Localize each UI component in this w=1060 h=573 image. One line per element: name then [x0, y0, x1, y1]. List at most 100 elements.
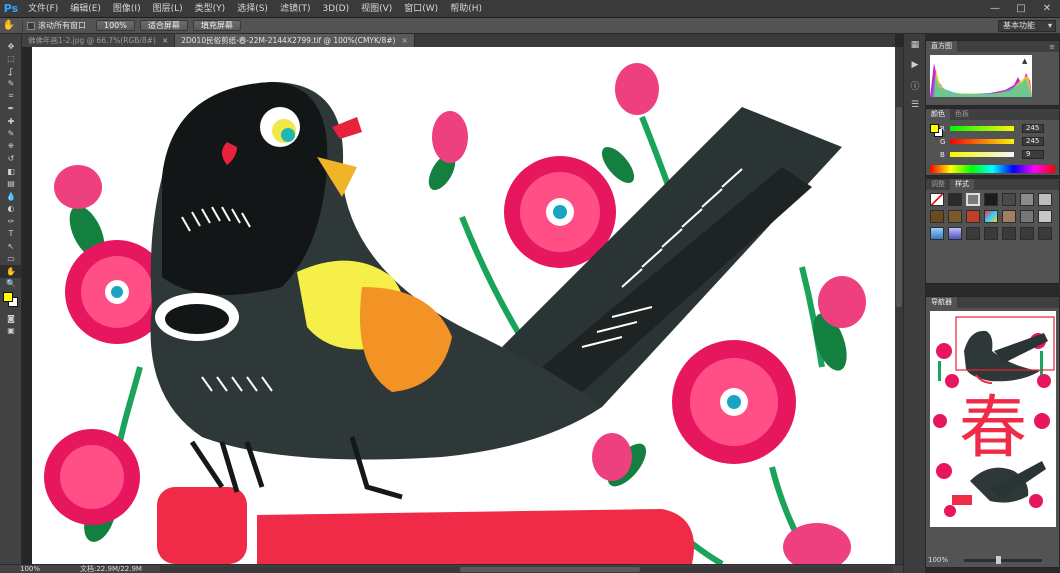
- style-swatch[interactable]: [930, 210, 944, 223]
- lasso-tool-icon[interactable]: ʆ: [0, 65, 22, 78]
- menu-window[interactable]: 窗口(W): [398, 0, 444, 18]
- history-brush-tool-icon[interactable]: ↺: [0, 153, 22, 166]
- color-spectrum-ramp[interactable]: [930, 165, 1055, 173]
- style-swatch[interactable]: [966, 210, 980, 223]
- warning-icon[interactable]: ▲: [1022, 57, 1027, 65]
- pen-tool-icon[interactable]: ✑: [0, 215, 22, 228]
- tab-swatches[interactable]: 色板: [950, 109, 974, 120]
- menu-select[interactable]: 选择(S): [231, 0, 274, 18]
- color-swatches[interactable]: [0, 290, 22, 312]
- channel-r-value[interactable]: 245: [1022, 124, 1044, 133]
- menu-type[interactable]: 类型(Y): [189, 0, 232, 18]
- tab-document-1[interactable]: 佛佛年画1-2.jpg @ 66.7%(RGB/8#) ×: [22, 34, 176, 47]
- path-select-tool-icon[interactable]: ↖: [0, 240, 22, 253]
- type-tool-icon[interactable]: T: [0, 228, 22, 241]
- style-swatch[interactable]: [948, 227, 962, 240]
- style-swatch[interactable]: [948, 193, 962, 206]
- crop-tool-icon[interactable]: ⌗: [0, 90, 22, 103]
- hand-tool-icon[interactable]: ✋: [0, 18, 18, 34]
- tab-document-2[interactable]: 2D010民俗剪纸-春-22M-2144X2799.tif @ 100%(CMY…: [175, 34, 415, 47]
- horizontal-scrollbar[interactable]: [160, 566, 893, 573]
- tab-navigator[interactable]: 导航器: [926, 297, 957, 308]
- style-swatch[interactable]: [1002, 193, 1016, 206]
- vertical-scroll-thumb[interactable]: [896, 107, 902, 307]
- navigator-zoom-slider[interactable]: [964, 555, 1043, 564]
- foreground-color-swatch[interactable]: [3, 292, 13, 302]
- clone-stamp-tool-icon[interactable]: ⎈: [0, 140, 22, 153]
- history-icon[interactable]: ▦: [905, 36, 925, 54]
- navigator-zoom-knob[interactable]: [996, 555, 1002, 564]
- fill-screen-button[interactable]: 填充屏幕: [192, 20, 241, 31]
- marquee-tool-icon[interactable]: ⬚: [0, 53, 22, 66]
- menu-3d[interactable]: 3D(D): [316, 0, 355, 18]
- style-swatch[interactable]: [1020, 227, 1034, 240]
- style-swatch[interactable]: [948, 210, 962, 223]
- style-swatch[interactable]: [1038, 193, 1052, 206]
- tab-styles[interactable]: 样式: [950, 179, 974, 190]
- actions-icon[interactable]: ▶: [905, 56, 925, 74]
- close-icon[interactable]: ×: [162, 36, 168, 45]
- scroll-all-checkbox[interactable]: [27, 21, 35, 30]
- healing-tool-icon[interactable]: ✚: [0, 115, 22, 128]
- style-swatch[interactable]: [1038, 227, 1052, 240]
- foreground-color-chip[interactable]: [930, 124, 939, 133]
- tab-histogram[interactable]: 直方图: [926, 41, 957, 52]
- tab-color[interactable]: 颜色: [926, 109, 950, 120]
- hand-tool-icon[interactable]: ✋: [0, 265, 22, 278]
- menu-file[interactable]: 文件(F): [22, 0, 64, 18]
- panel-menu-icon[interactable]: ≡: [1049, 43, 1059, 51]
- document-canvas[interactable]: [22, 47, 895, 564]
- menu-image[interactable]: 图像(I): [107, 0, 147, 18]
- gradient-tool-icon[interactable]: ▤: [0, 178, 22, 191]
- quick-mask-icon[interactable]: ◙: [0, 312, 22, 325]
- shape-tool-icon[interactable]: ▭: [0, 253, 22, 266]
- quick-select-tool-icon[interactable]: ✎: [0, 78, 22, 91]
- channel-r-slider[interactable]: [950, 126, 1014, 131]
- channel-b-slider[interactable]: [950, 152, 1014, 157]
- properties-icon[interactable]: ☰: [905, 96, 925, 114]
- style-swatch[interactable]: [984, 227, 998, 240]
- navigator-zoom-value[interactable]: 100%: [928, 556, 948, 564]
- status-zoom[interactable]: 100%: [0, 565, 40, 573]
- menu-edit[interactable]: 编辑(E): [64, 0, 107, 18]
- menu-items: 文件(F) 编辑(E) 图像(I) 图层(L) 类型(Y) 选择(S) 滤镜(T…: [22, 0, 488, 18]
- style-swatch[interactable]: [984, 210, 998, 223]
- zoom-100-button[interactable]: 100%: [96, 20, 135, 31]
- menu-layer[interactable]: 图层(L): [147, 0, 189, 18]
- menu-filter[interactable]: 滤镜(T): [274, 0, 317, 18]
- dodge-tool-icon[interactable]: ◐: [0, 203, 22, 216]
- navigator-thumbnail[interactable]: 春: [930, 311, 1056, 527]
- style-swatch[interactable]: [966, 193, 980, 206]
- style-swatch[interactable]: [930, 193, 944, 206]
- minimize-button[interactable]: —: [982, 0, 1008, 18]
- style-swatch[interactable]: [984, 193, 998, 206]
- close-icon[interactable]: ×: [401, 36, 407, 45]
- fit-screen-button[interactable]: 适合屏幕: [139, 20, 188, 31]
- channel-g-value[interactable]: 245: [1022, 137, 1044, 146]
- style-swatch[interactable]: [1020, 210, 1034, 223]
- style-swatch[interactable]: [1002, 227, 1016, 240]
- horizontal-scroll-thumb[interactable]: [460, 567, 640, 572]
- style-swatch[interactable]: [930, 227, 944, 240]
- tab-adjustments[interactable]: 调整: [926, 179, 950, 190]
- eraser-tool-icon[interactable]: ◧: [0, 165, 22, 178]
- close-button[interactable]: ✕: [1034, 0, 1060, 18]
- maximize-button[interactable]: □: [1008, 0, 1034, 18]
- screen-mode-icon[interactable]: ▣: [0, 325, 22, 338]
- blur-tool-icon[interactable]: 💧: [0, 190, 22, 203]
- menu-view[interactable]: 视图(V): [355, 0, 398, 18]
- style-swatch[interactable]: [1002, 210, 1016, 223]
- style-swatch[interactable]: [1038, 210, 1052, 223]
- channel-g-slider[interactable]: [950, 139, 1014, 144]
- style-swatch[interactable]: [966, 227, 980, 240]
- brush-tool-icon[interactable]: ✎: [0, 128, 22, 141]
- info-icon[interactable]: ⓘ: [905, 76, 925, 94]
- menu-help[interactable]: 帮助(H): [444, 0, 488, 18]
- channel-b-value[interactable]: 9: [1022, 150, 1044, 159]
- eyedropper-tool-icon[interactable]: ✒: [0, 103, 22, 116]
- workspace-select[interactable]: 基本功能: [998, 20, 1056, 32]
- move-tool-icon[interactable]: ✥: [0, 40, 22, 53]
- zoom-tool-icon[interactable]: 🔍: [0, 278, 22, 291]
- vertical-scrollbar[interactable]: [895, 47, 903, 564]
- style-swatch[interactable]: [1020, 193, 1034, 206]
